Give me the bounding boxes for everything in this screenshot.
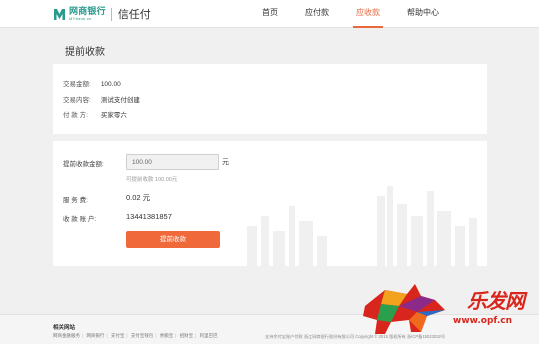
nav-home[interactable]: 首页	[257, 0, 283, 28]
main-nav: 首页 应付款 应收款 帮助中心	[0, 0, 539, 28]
collection-amount-input[interactable]	[126, 154, 219, 170]
info-row-content: 交易内容: 测试支付创建	[63, 94, 140, 104]
info-label: 付 款 方:	[63, 112, 88, 119]
info-label: 交易内容:	[63, 97, 91, 104]
amount-label: 提前收款金额:	[63, 161, 104, 168]
footer-link[interactable]: 支付宝钱包	[131, 333, 154, 338]
account-label: 收 款 账 户:	[63, 216, 97, 223]
early-collection-form: 提前收款金额: 元 可提前收款 100.00元 服 务 费: 0.02 元 收 …	[53, 141, 487, 266]
fee-value: 0.02 元	[126, 193, 151, 202]
city-skyline-graphic	[247, 186, 477, 266]
info-value: 测试支付创建	[100, 97, 140, 104]
fee-label: 服 务 费:	[63, 197, 88, 204]
info-row-payer: 付 款 方: 买家零六	[63, 109, 127, 119]
info-label: 交易金额:	[63, 81, 91, 88]
nav-receivables[interactable]: 应收款	[353, 0, 383, 28]
footer-link[interactable]: 支付宝	[111, 333, 125, 338]
submit-early-collection-button[interactable]: 提前收款	[126, 231, 220, 248]
footer-link[interactable]: 网商银行	[86, 333, 104, 338]
footer-links: 网商金融服务 | 网商银行 | 支付宝 | 支付宝钱包 | 余额宝 | 招财宝 | 阿里巴巴	[53, 333, 218, 338]
page-title: 提前收款	[65, 47, 105, 58]
footer-link[interactable]: 招财宝	[180, 333, 194, 338]
top-header: 网商银行 MYbank.cn 信任付 首页 应付款 应收款 帮助中心	[0, 0, 539, 28]
footer-link[interactable]: 网商金融服务	[53, 333, 80, 338]
footer-link[interactable]: 阿里巴巴	[200, 333, 218, 338]
bull-logo-icon	[363, 284, 445, 334]
nav-payables[interactable]: 应付款	[302, 0, 332, 28]
available-amount-hint: 可提前收款 100.00元	[126, 177, 178, 183]
account-value: 13441381857	[126, 212, 172, 221]
nav-help-center[interactable]: 帮助中心	[403, 0, 443, 28]
watermark-url: www.opf.cn	[453, 316, 512, 326]
footer-link[interactable]: 余额宝	[160, 333, 174, 338]
info-value: 100.00	[100, 81, 121, 88]
info-row-amount: 交易金额: 100.00	[63, 78, 121, 88]
amount-unit: 元	[222, 159, 229, 166]
footer-title: 相关网站	[53, 325, 76, 331]
info-value: 买家零六	[100, 112, 127, 119]
transaction-info-panel: 交易金额: 100.00 交易内容: 测试支付创建 付 款 方: 买家零六	[53, 64, 487, 134]
watermark-text: 乐发网	[467, 289, 525, 313]
page-title-bar: 提前收款	[53, 34, 487, 60]
site-watermark: 乐发网 www.opf.cn	[355, 276, 539, 336]
